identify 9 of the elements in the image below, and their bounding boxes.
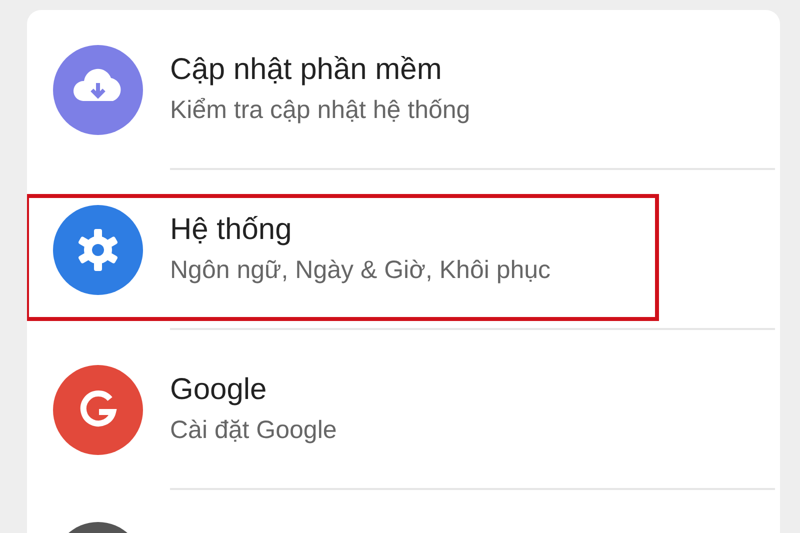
- setting-title: Hệ thống: [170, 212, 293, 248]
- g-logo-icon: [53, 365, 143, 455]
- setting-title: Cập nhật phần mềm: [170, 52, 443, 88]
- cloud-download-icon: [53, 45, 143, 135]
- setting-subtitle: Cài đặt Google: [170, 415, 338, 446]
- setting-subtitle: Kiểm tra cập nhật hệ thống: [170, 95, 472, 126]
- settings-icon: [53, 205, 143, 295]
- setting-title: Google: [170, 372, 268, 408]
- setting-subtitle: Ngôn ngữ, Ngày & Giờ, Khôi phục: [170, 255, 552, 286]
